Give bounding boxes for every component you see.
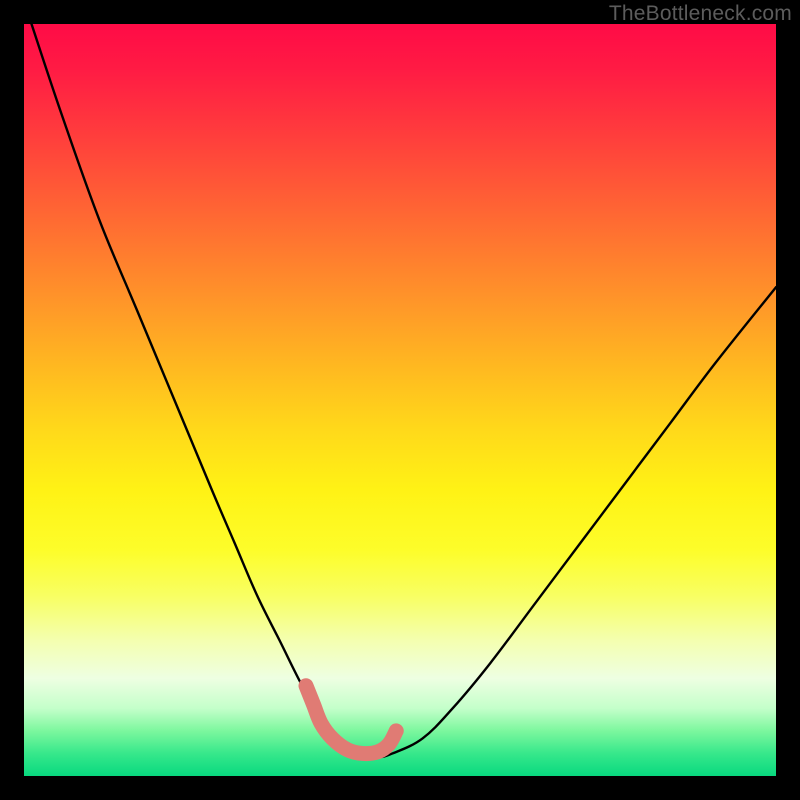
plot-area: [24, 24, 776, 776]
chart-svg: [24, 24, 776, 776]
outer-frame: TheBottleneck.com: [0, 0, 800, 800]
valley-highlight: [306, 686, 396, 754]
bottleneck-curve: [32, 24, 776, 757]
watermark-text: TheBottleneck.com: [609, 2, 792, 26]
